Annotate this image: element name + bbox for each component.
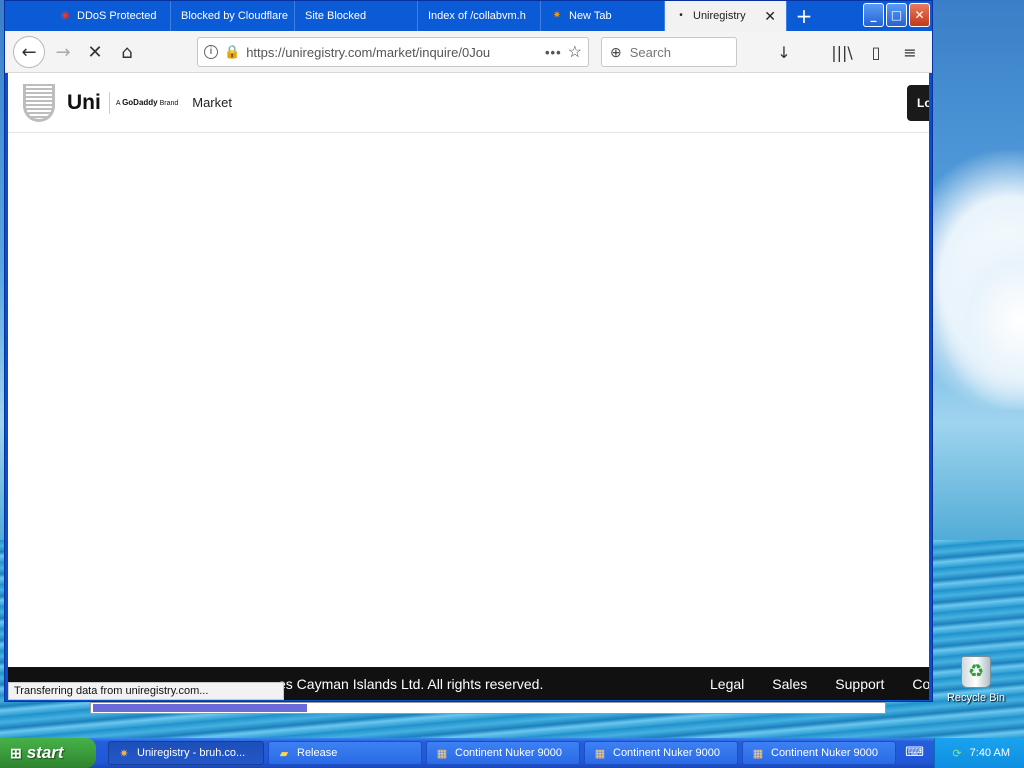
address-bar[interactable]: i 🔒 https://uniregistry.com/market/inqui… xyxy=(197,37,589,67)
window-controls: _ □ ✕ xyxy=(863,3,930,27)
loading-dot-icon: • xyxy=(679,10,683,21)
start-label: start xyxy=(26,743,64,762)
taskbar-button-label: Continent Nuker 9000 xyxy=(455,747,563,759)
menu-icon[interactable]: ≡ xyxy=(896,37,924,67)
lock-icon: 🔒 xyxy=(224,44,241,59)
app-icon: ▦ xyxy=(436,747,448,760)
tab-label: Index of /collabvm.h xyxy=(428,10,526,22)
recycle-bin-label: Recycle Bin xyxy=(946,692,1006,704)
taskbar-button-uniregistry[interactable]: ✷ Uniregistry - bruh.co... xyxy=(108,741,264,765)
maximize-button[interactable]: □ xyxy=(886,3,907,27)
tab-site-blocked[interactable]: Site Blocked xyxy=(295,1,418,31)
search-placeholder: Search xyxy=(629,44,671,60)
close-window-button[interactable]: ✕ xyxy=(909,3,930,27)
progress-bar-fill xyxy=(93,704,307,712)
stop-loading-button[interactable]: ✕ xyxy=(79,36,111,68)
tab-label: Blocked by Cloudflare xyxy=(181,10,289,22)
taskbar-button-label: Continent Nuker 9000 xyxy=(613,747,721,759)
brand-tagline-suffix: Brand xyxy=(157,100,179,107)
tab-uniregistry[interactable]: • Uniregistry - ✕ xyxy=(665,1,787,31)
shield-icon: ◉ xyxy=(60,10,70,21)
recycle-bin-shortcut[interactable]: Recycle Bin xyxy=(944,656,1008,704)
firefox-icon: ✷ xyxy=(552,10,562,21)
taskbar-button-label: Release xyxy=(297,747,338,759)
app-icon: ▦ xyxy=(594,747,606,760)
search-icon: ⊕ xyxy=(610,43,622,60)
login-button[interactable]: Lo xyxy=(907,85,929,121)
tab-label: New Tab xyxy=(569,10,612,22)
site-info-icon[interactable]: i xyxy=(204,45,218,59)
cloud-decoration xyxy=(940,230,1024,410)
sidebar-icon[interactable]: ▯ xyxy=(862,37,890,67)
brand-name: Uni xyxy=(67,91,110,114)
tab-label: Site Blocked xyxy=(305,10,367,22)
footer-link-legal[interactable]: Legal xyxy=(710,676,744,692)
back-button[interactable]: ← xyxy=(13,36,45,68)
brand-tagline: A GoDaddy Brand xyxy=(116,98,178,107)
status-bar: Transferring data from uniregistry.com..… xyxy=(8,682,284,700)
network-tray-icon[interactable]: ⟳ xyxy=(952,747,961,760)
toolbar-icons: ↓ |||\ ▯ ≡ xyxy=(770,37,924,67)
taskbar-button-continent-nuker[interactable]: ▦ Continent Nuker 9000 xyxy=(742,741,896,765)
footer-links: Legal Sales Support Cor xyxy=(710,676,929,692)
uni-logo-icon[interactable] xyxy=(23,83,55,122)
tab-label: DDoS Protected xyxy=(77,10,157,22)
taskbar-button-continent-nuker[interactable]: ▦ Continent Nuker 9000 xyxy=(584,741,738,765)
taskbar-button-release[interactable]: ▰ Release xyxy=(268,741,422,765)
library-icon[interactable]: |||\ xyxy=(828,37,856,67)
footer-link-sales[interactable]: Sales xyxy=(772,676,807,692)
site-header: Uni A GoDaddy Brand Market Lo xyxy=(8,73,929,133)
footer-link-cor[interactable]: Cor xyxy=(912,676,929,692)
tab-new-tab[interactable]: ✷ New Tab xyxy=(541,1,665,31)
navigation-toolbar: ← → ✕ ⌂ i 🔒 https://uniregistry.com/mark… xyxy=(5,31,932,73)
home-button[interactable]: ⌂ xyxy=(111,36,143,68)
search-input[interactable]: ⊕ Search xyxy=(601,37,737,67)
windows-flag-icon: ⊞ xyxy=(10,744,22,761)
app-icon: ▦ xyxy=(752,747,764,760)
system-tray: ⟳ 7:40 AM xyxy=(934,738,1024,768)
bookmark-star-icon[interactable]: ☆ xyxy=(568,42,582,62)
tab-bar: ◉ DDoS Protected Blocked by Cloudflare S… xyxy=(5,1,932,31)
new-tab-button[interactable]: + xyxy=(787,1,821,31)
url-text[interactable]: https://uniregistry.com/market/inquire/0… xyxy=(246,45,539,60)
recycle-bin-icon xyxy=(961,656,991,688)
tab-close-icon[interactable]: ✕ xyxy=(764,8,776,25)
footer-link-support[interactable]: Support xyxy=(835,676,884,692)
page-viewport: Uni A GoDaddy Brand Market Lo es Cayman … xyxy=(8,73,929,700)
forward-button[interactable]: → xyxy=(47,36,79,68)
page-actions-icon[interactable]: ••• xyxy=(545,45,562,60)
browser-window: ◉ DDoS Protected Blocked by Cloudflare S… xyxy=(4,0,933,702)
tab-ddos-protected[interactable]: ◉ DDoS Protected xyxy=(49,1,171,31)
godaddy-name: GoDaddy xyxy=(122,98,158,107)
taskbar-button-label: Continent Nuker 9000 xyxy=(771,747,879,759)
background-window-progress xyxy=(90,702,886,714)
taskbar: ⊞ start ✷ Uniregistry - bruh.co... ▰ Rel… xyxy=(0,738,1024,768)
tab-bar-spacer xyxy=(5,1,49,31)
tab-index-of-collabvm[interactable]: Index of /collabvm.h xyxy=(418,1,541,31)
start-button[interactable]: ⊞ start xyxy=(0,738,96,768)
nav-market-link[interactable]: Market xyxy=(192,95,232,110)
firefox-icon: ✷ xyxy=(119,747,129,760)
clock[interactable]: 7:40 AM xyxy=(970,747,1010,759)
taskbar-button-continent-nuker[interactable]: ▦ Continent Nuker 9000 xyxy=(426,741,580,765)
minimize-button[interactable]: _ xyxy=(863,3,884,27)
tab-label: Uniregistry - xyxy=(693,10,749,22)
downloads-icon[interactable]: ↓ xyxy=(770,37,798,67)
keyboard-icon[interactable]: ⌨ xyxy=(905,745,924,760)
tab-blocked-by-cloudflare[interactable]: Blocked by Cloudflare xyxy=(171,1,295,31)
folder-icon: ▰ xyxy=(279,747,289,760)
taskbar-button-label: Uniregistry - bruh.co... xyxy=(137,747,246,759)
